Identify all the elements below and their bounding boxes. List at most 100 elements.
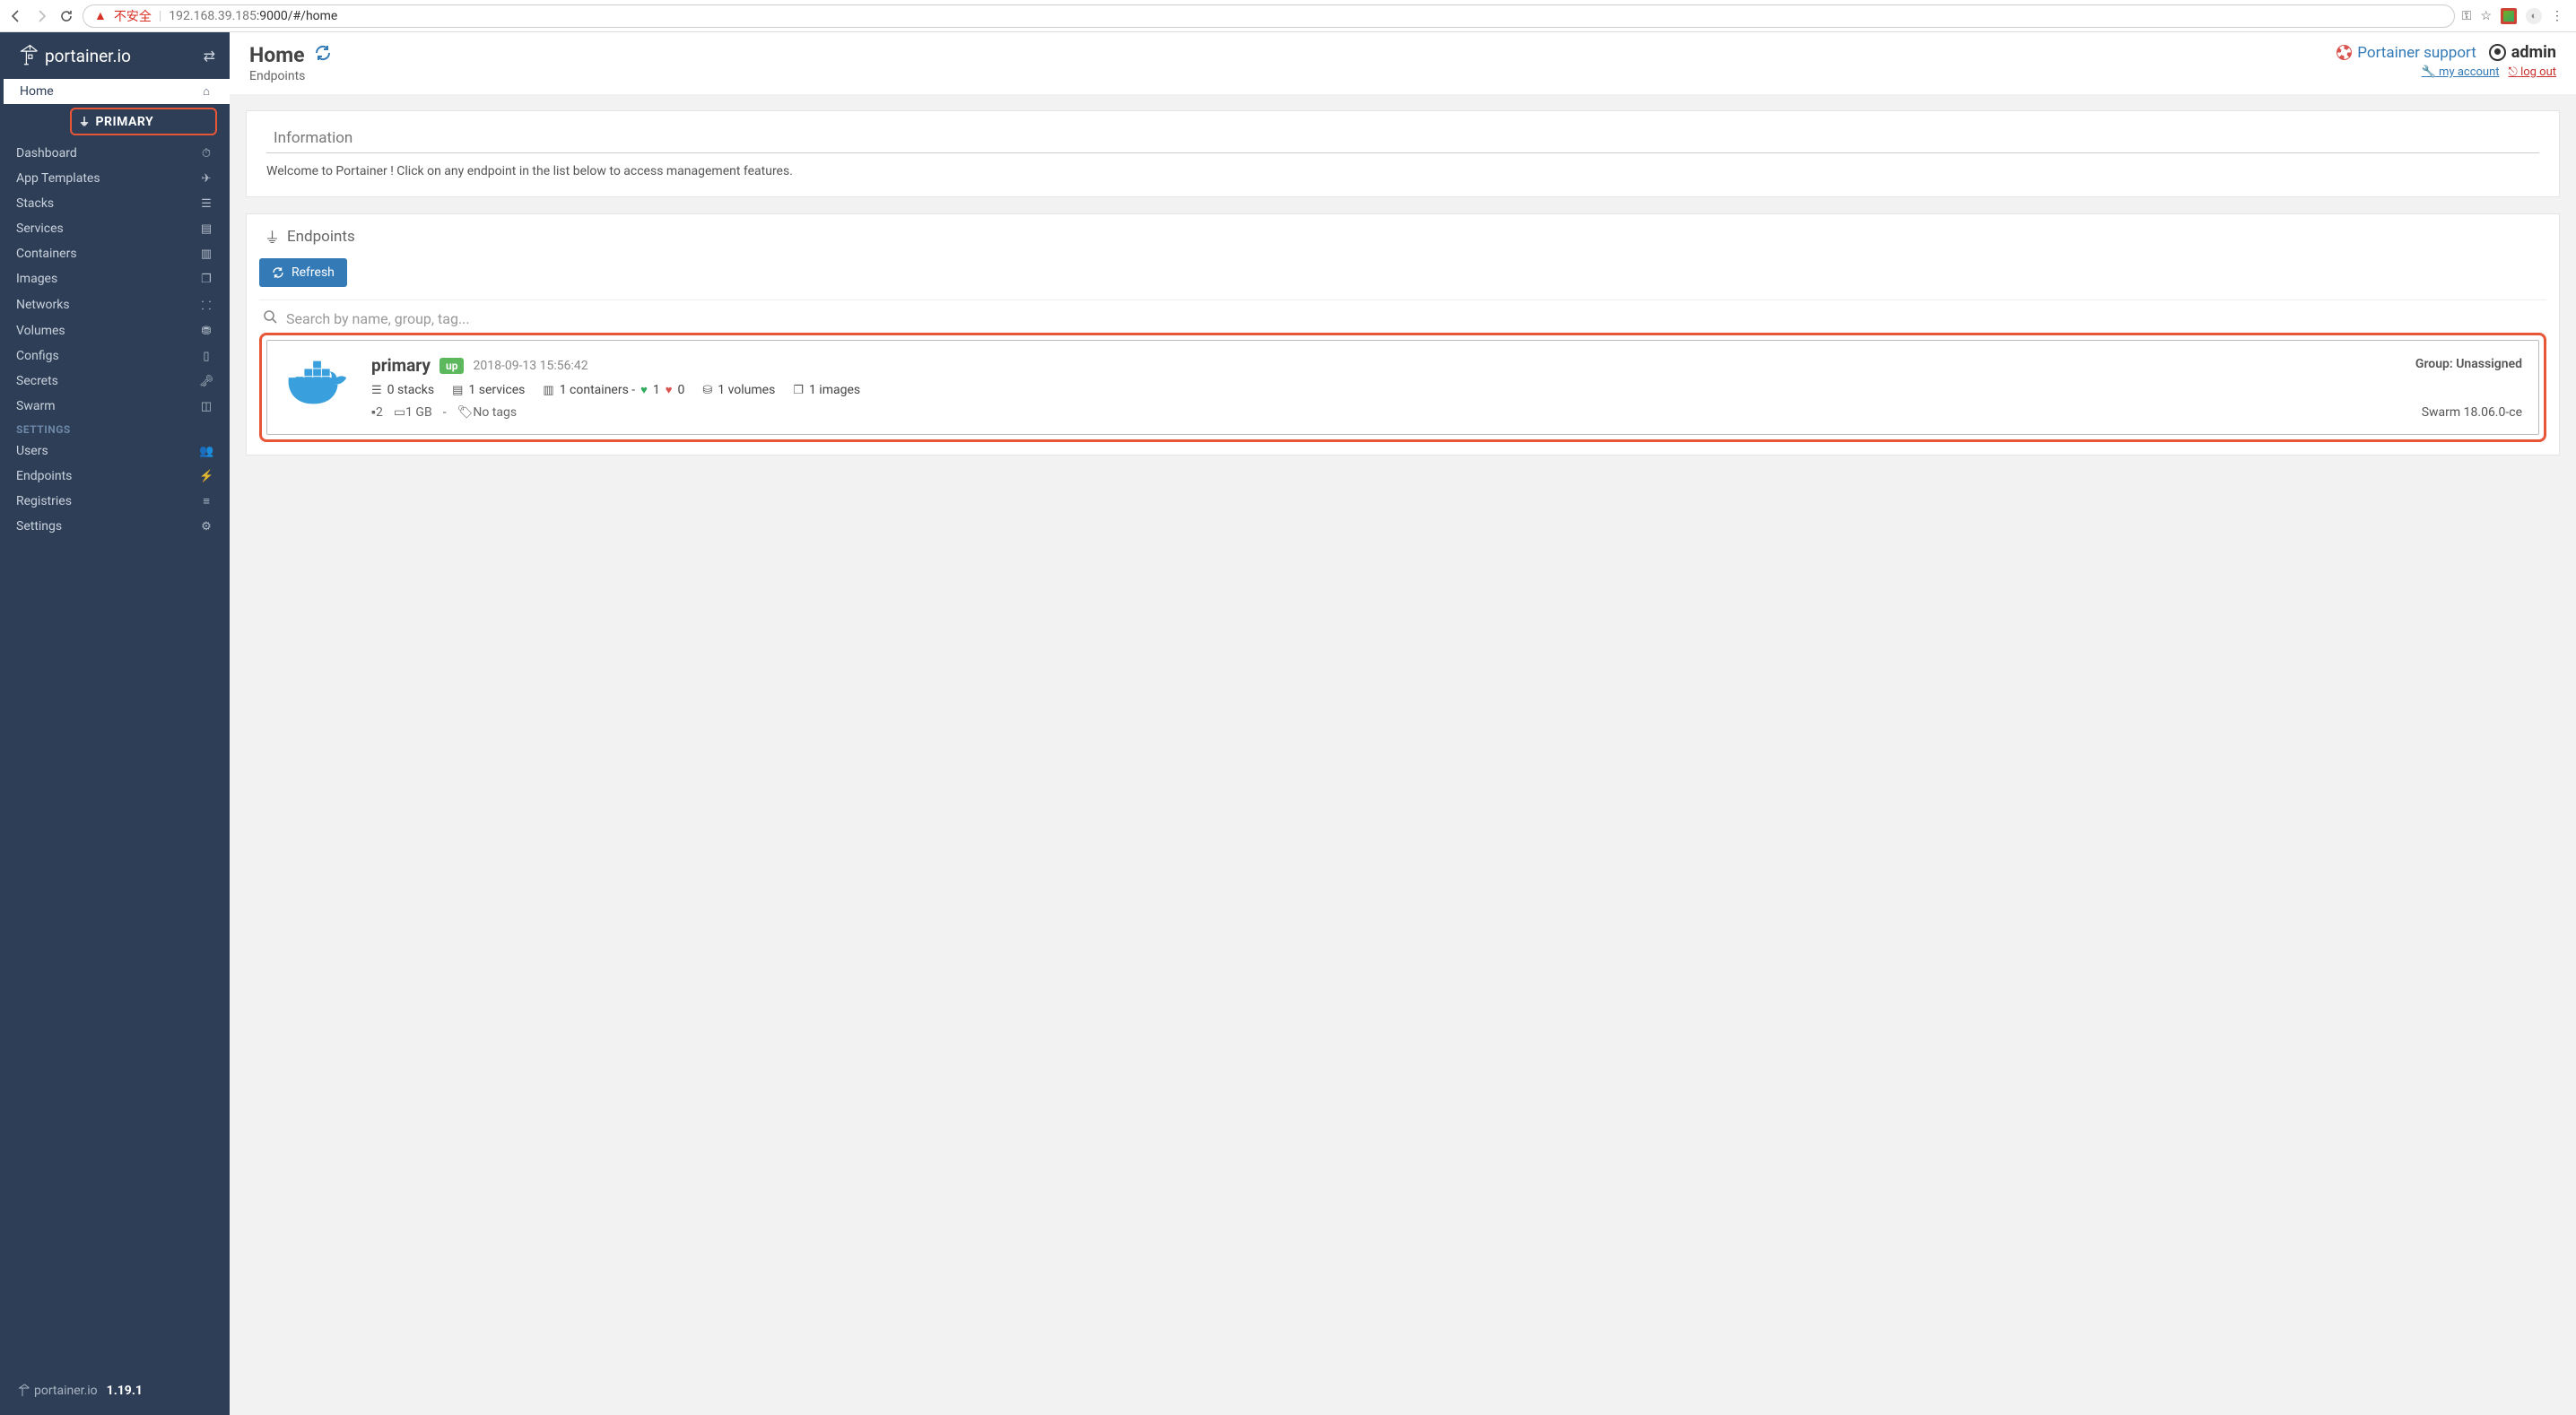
sidebar-item-app-templates[interactable]: App Templates✈ xyxy=(0,166,230,191)
sidebar-item-stacks[interactable]: Stacks☰ xyxy=(0,191,230,216)
logout-icon: ⎋ xyxy=(2509,65,2518,79)
extension-icon-1[interactable] xyxy=(2501,8,2517,24)
plug-icon: ⏚ xyxy=(265,225,280,247)
chrome-toolbar-right: ⚿ ☆ ◐ ⋮ xyxy=(2462,8,2569,24)
main-content: Home Endpoints Portainer support admin xyxy=(230,32,2576,1415)
sidebar-item-swarm[interactable]: Swarm◫ xyxy=(0,394,230,419)
username-text: admin xyxy=(2511,43,2556,62)
brand-text: portainer.io xyxy=(45,46,131,66)
brand-logo[interactable]: portainer.io xyxy=(16,42,131,69)
user-icon xyxy=(2489,44,2506,61)
volumes-icon: ⛁ xyxy=(702,384,712,397)
status-badge: up xyxy=(439,358,464,374)
tachometer-icon: ⏱ xyxy=(199,147,213,161)
back-button[interactable] xyxy=(7,7,25,25)
support-link[interactable]: Portainer support xyxy=(2337,44,2476,62)
images-icon: ❐ xyxy=(793,384,804,397)
clone-icon: ❐ xyxy=(199,273,213,286)
sidebar-settings-endpoints[interactable]: Endpoints⚡ xyxy=(0,464,230,489)
sidebar-item-label: Swarm xyxy=(16,399,199,413)
lock-icon: 🗝 xyxy=(199,375,213,388)
refresh-button[interactable]: Refresh xyxy=(259,258,347,287)
page-header: Home Endpoints Portainer support admin xyxy=(230,32,2576,94)
sidebar-header: portainer.io ⇄ xyxy=(0,32,230,79)
sidebar-settings-header: SETTINGS xyxy=(0,419,230,438)
information-panel: Information Welcome to Portainer ! Click… xyxy=(246,110,2560,197)
sidebar-item-configs[interactable]: Configs▯ xyxy=(0,343,230,369)
server-icon: ▥ xyxy=(199,247,213,261)
sidebar-settings-registries[interactable]: Registries≡ xyxy=(0,489,230,514)
title-refresh-icon[interactable] xyxy=(314,44,332,66)
sidebar-item-label: Dashboard xyxy=(16,146,199,161)
sidebar-item-secrets[interactable]: Secrets🗝 xyxy=(0,369,230,394)
hdd-icon: ⛃ xyxy=(199,325,213,338)
endpoint-search-input[interactable] xyxy=(286,310,2543,327)
cogs-icon: ⚙ xyxy=(199,520,213,534)
sidebar-item-label: Networks xyxy=(16,298,199,312)
unhealthy-icon: ♥ xyxy=(666,383,673,397)
stat-images: ❐1 images xyxy=(793,383,860,397)
insecure-icon: ▲ xyxy=(94,8,107,23)
sidebar-item-containers[interactable]: Containers▥ xyxy=(0,241,230,266)
sidebar-toggle-icon[interactable]: ⇄ xyxy=(204,48,215,65)
endpoint-card-primary[interactable]: primary up 2018-09-13 15:56:42 ☰0 stacks… xyxy=(266,340,2539,435)
sidebar-primary-endpoint[interactable]: ⏚ PRIMARY xyxy=(70,108,217,135)
search-icon xyxy=(263,309,277,327)
sidebar-item-label: Containers xyxy=(16,247,199,261)
extension-icon-2[interactable]: ◐ xyxy=(2526,8,2542,24)
sidebar-item-services[interactable]: Services▤ xyxy=(0,216,230,241)
healthy-icon: ♥ xyxy=(640,383,648,397)
sidebar-item-networks[interactable]: Networks⸬ xyxy=(0,291,230,318)
reload-button[interactable] xyxy=(57,7,75,25)
stat-containers: ▥1 containers - ♥ 1 ♥ 0 xyxy=(543,383,684,397)
sidebar-settings-settings[interactable]: Settings⚙ xyxy=(0,514,230,539)
page-subtitle: Endpoints xyxy=(249,69,332,83)
containers-icon: ▥ xyxy=(543,384,553,397)
sidebar-settings-users[interactable]: Users👥 xyxy=(0,438,230,464)
sidebar-item-label: Volumes xyxy=(16,324,199,338)
endpoints-title: ⏚ Endpoints xyxy=(247,214,2559,258)
my-account-link[interactable]: 🔧 my account xyxy=(2422,65,2500,79)
database-icon: ≡ xyxy=(199,494,213,508)
stat-services: ▤1 services xyxy=(452,383,525,397)
logout-link[interactable]: ⎋ log out xyxy=(2509,65,2556,79)
sidebar-item-dashboard[interactable]: Dashboard⏱ xyxy=(0,141,230,166)
insecure-label: 不安全 xyxy=(114,7,152,25)
wrench-icon: 🔧 xyxy=(2422,65,2436,79)
bookmark-star-icon[interactable]: ☆ xyxy=(2480,9,2492,23)
chrome-menu-icon[interactable]: ⋮ xyxy=(2551,9,2563,23)
sidebar-item-label: Home xyxy=(20,84,199,99)
sidebar-item-images[interactable]: Images❐ xyxy=(0,266,230,291)
docker-whale-icon xyxy=(283,357,353,411)
sidebar-item-label: Configs xyxy=(16,349,199,363)
endpoint-group: Group: Unassigned xyxy=(2415,357,2522,371)
refresh-icon xyxy=(272,266,284,279)
list-icon: ☰ xyxy=(199,197,213,211)
sidebar-item-label: Users xyxy=(16,444,199,458)
information-text: Welcome to Portainer ! Click on any endp… xyxy=(266,164,2539,178)
url-text: 192.168.39.185:9000/#/home xyxy=(169,9,337,23)
sidebar-primary-label: PRIMARY xyxy=(96,115,154,129)
file-icon: ▯ xyxy=(199,350,213,363)
sidebar-home[interactable]: Home ⌂ xyxy=(4,79,230,104)
stat-volumes: ⛁1 volumes xyxy=(702,383,775,397)
sidebar-item-label: Secrets xyxy=(16,374,199,388)
sidebar-item-label: App Templates xyxy=(16,171,199,186)
life-ring-icon xyxy=(2337,45,2352,60)
list-alt-icon: ▤ xyxy=(199,222,213,236)
page-title: Home xyxy=(249,43,332,67)
forward-button[interactable] xyxy=(32,7,50,25)
information-title: Information xyxy=(266,126,2539,153)
sidebar-item-label: Registries xyxy=(16,494,199,508)
sidebar-item-volumes[interactable]: Volumes⛃ xyxy=(0,318,230,343)
services-icon: ▤ xyxy=(452,384,463,397)
sidebar-item-label: Settings xyxy=(16,519,199,534)
tag-icon: 🏷 xyxy=(457,405,474,420)
stat-tags: 🏷No tags xyxy=(457,405,518,420)
plug-icon: ⏚ xyxy=(79,114,91,129)
home-icon: ⌂ xyxy=(199,84,213,99)
key-icon[interactable]: ⚿ xyxy=(2462,9,2472,23)
endpoint-name: primary xyxy=(371,355,431,376)
object-group-icon: ◫ xyxy=(199,400,213,413)
address-bar[interactable]: ▲ 不安全 | 192.168.39.185:9000/#/home xyxy=(83,4,2455,28)
